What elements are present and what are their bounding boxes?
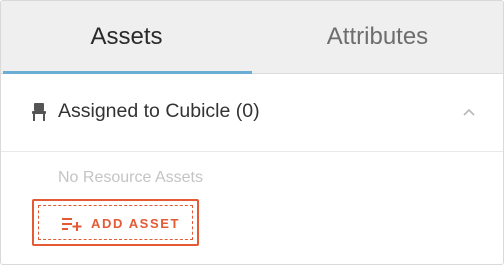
assets-panel: Assets Attributes Assigned to Cubicle (0… bbox=[0, 0, 504, 265]
empty-state-text: No Resource Assets bbox=[58, 169, 203, 186]
playlist-add-icon bbox=[62, 218, 82, 231]
chevron-up-icon[interactable] bbox=[463, 108, 475, 116]
tab-bar: Assets Attributes bbox=[1, 1, 503, 74]
tab-assets[interactable]: Assets bbox=[1, 1, 252, 74]
cubicle-section-header[interactable]: Assigned to Cubicle (0) bbox=[1, 74, 503, 152]
section-title: Assigned to Cubicle (0) bbox=[58, 100, 260, 122]
tab-assets-label: Assets bbox=[90, 23, 163, 50]
add-asset-button[interactable]: ADD ASSET bbox=[32, 199, 199, 246]
chair-icon bbox=[32, 103, 46, 121]
tab-attributes-label: Attributes bbox=[326, 23, 429, 50]
add-asset-label: ADD ASSET bbox=[91, 216, 181, 231]
tab-attributes[interactable]: Attributes bbox=[252, 1, 503, 73]
